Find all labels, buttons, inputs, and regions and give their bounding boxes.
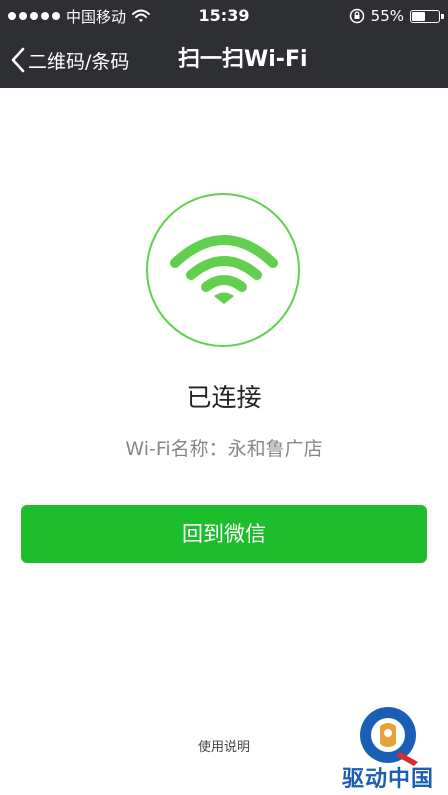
back-button[interactable]: 二维码/条码 — [10, 32, 129, 88]
wifi-name-label: Wi-Fi名称：永和鲁广店 — [125, 438, 323, 460]
wifi-connected-badge — [146, 193, 300, 347]
rotation-lock-icon — [349, 8, 364, 24]
battery-percent: 55% — [370, 7, 404, 25]
return-to-wechat-button[interactable]: 回到微信 — [21, 505, 427, 563]
wifi-icon — [170, 235, 278, 304]
status-right: 55% — [349, 0, 444, 32]
back-label: 二维码/条码 — [28, 50, 130, 73]
watermark-q-icon — [360, 707, 418, 766]
status-bar: 中国移动 15:39 55% — [0, 0, 448, 32]
watermark-text: 驱动中国 — [341, 767, 434, 792]
navigation-bar: 二维码/条码 扫一扫Wi-Fi — [0, 32, 448, 88]
watermark-logo: 驱动中国 — [330, 700, 446, 795]
page-title: 扫一扫Wi-Fi — [178, 47, 308, 72]
chevron-left-icon — [11, 47, 25, 73]
connection-status: 已连接 — [186, 383, 262, 412]
battery-icon — [410, 9, 444, 23]
